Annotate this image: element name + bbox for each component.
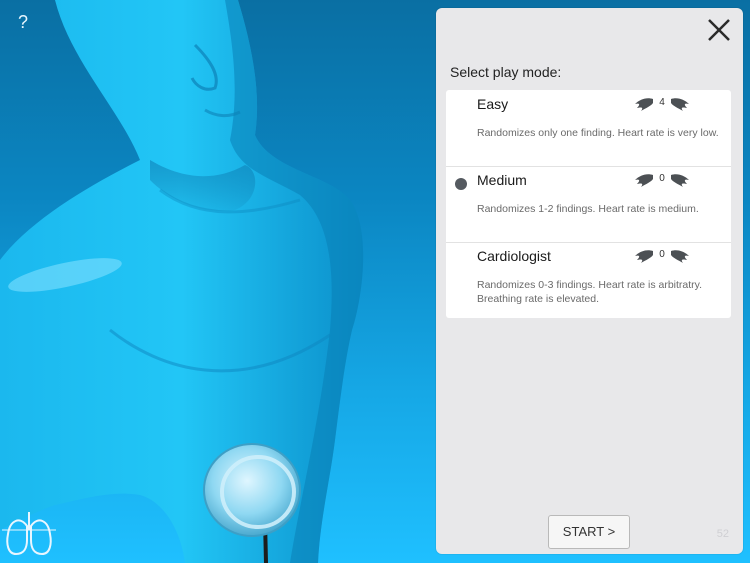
score-count: 0 — [659, 249, 665, 260]
mode-name: Easy — [477, 96, 509, 112]
mode-option-easy[interactable]: Easy 4 Randomizes only one finding. Hear… — [446, 90, 731, 167]
score-count: 4 — [659, 97, 665, 108]
play-mode-panel: Select play mode: Easy 4 Randomizes only… — [436, 8, 743, 554]
wing-icon — [671, 174, 689, 187]
score-wings: 0 — [635, 172, 690, 188]
mode-option-medium[interactable]: Medium 0 Randomizes 1-2 findings. Heart … — [446, 166, 731, 243]
wing-icon — [671, 250, 689, 263]
selected-radio-icon — [455, 178, 467, 190]
panel-title: Select play mode: — [450, 64, 562, 80]
help-icon[interactable]: ? — [15, 10, 31, 34]
mode-description: Randomizes only one finding. Heart rate … — [477, 127, 719, 139]
wing-icon — [635, 174, 653, 187]
wing-icon — [635, 250, 653, 263]
mode-name: Cardiologist — [477, 248, 551, 264]
mode-description: Randomizes 1-2 findings. Heart rate is m… — [477, 203, 699, 215]
close-icon[interactable] — [705, 16, 733, 44]
wing-icon — [671, 98, 689, 111]
corner-number: 52 — [716, 528, 729, 540]
score-wings: 4 — [635, 96, 690, 112]
lungs-icon[interactable] — [2, 510, 56, 558]
wing-icon — [635, 98, 653, 111]
score-count: 0 — [659, 173, 665, 184]
score-wings: 0 — [635, 248, 690, 264]
mode-name: Medium — [477, 172, 527, 188]
mode-option-cardiologist[interactable]: Cardiologist 0 Randomizes 0-3 findings. … — [446, 242, 731, 318]
mode-description: Randomizes 0-3 findings. Heart rate is a… — [477, 279, 703, 305]
mode-options-list: Easy 4 Randomizes only one finding. Hear… — [446, 90, 731, 318]
start-button[interactable]: START > — [548, 515, 630, 549]
